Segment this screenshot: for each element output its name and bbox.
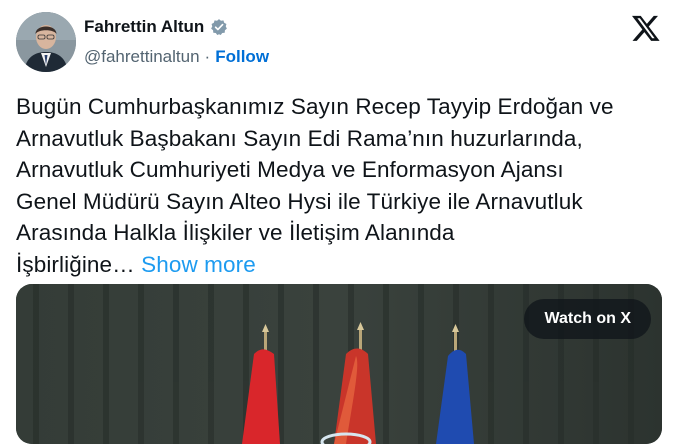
tweet-line: Arasında Halkla İlişkiler ve İletişim Al…	[16, 220, 455, 245]
video-media[interactable]: Watch on X	[16, 284, 662, 444]
separator-dot: ·	[204, 47, 211, 66]
tweet-last-line: İşbirliğine… Show more	[16, 249, 666, 281]
tweet-line: Arnavutluk Başbakanı Sayın Edi Rama’nın …	[16, 125, 583, 151]
show-more-link[interactable]: Show more	[141, 252, 256, 277]
author-handle[interactable]: @fahrettinaltun	[84, 47, 200, 67]
watch-on-x-button[interactable]: Watch on X	[524, 299, 651, 339]
tweet-truncated-text: İşbirliğine…	[16, 251, 135, 277]
author-handle-row: @fahrettinaltun · Follow	[84, 47, 269, 67]
avatar[interactable]	[16, 12, 76, 72]
author-name[interactable]: Fahrettin Altun	[84, 17, 204, 37]
tweet-text: Bugün Cumhurbaşkanımız Sayın Recep Tayyi…	[16, 91, 666, 280]
verified-badge-icon	[210, 18, 228, 36]
tweet-line: Arnavutluk Cumhuriyeti Medya ve Enformas…	[16, 157, 564, 182]
x-logo-icon[interactable]	[631, 13, 661, 43]
follow-button[interactable]: Follow	[215, 47, 269, 67]
author-name-row: Fahrettin Altun	[84, 17, 228, 37]
tweet-line: Bugün Cumhurbaşkanımız Sayın Recep Tayyi…	[16, 94, 614, 119]
tweet-line: Genel Müdürü Sayın Alteo Hysi ile Türkiy…	[16, 188, 583, 214]
avatar-photo	[16, 12, 76, 72]
